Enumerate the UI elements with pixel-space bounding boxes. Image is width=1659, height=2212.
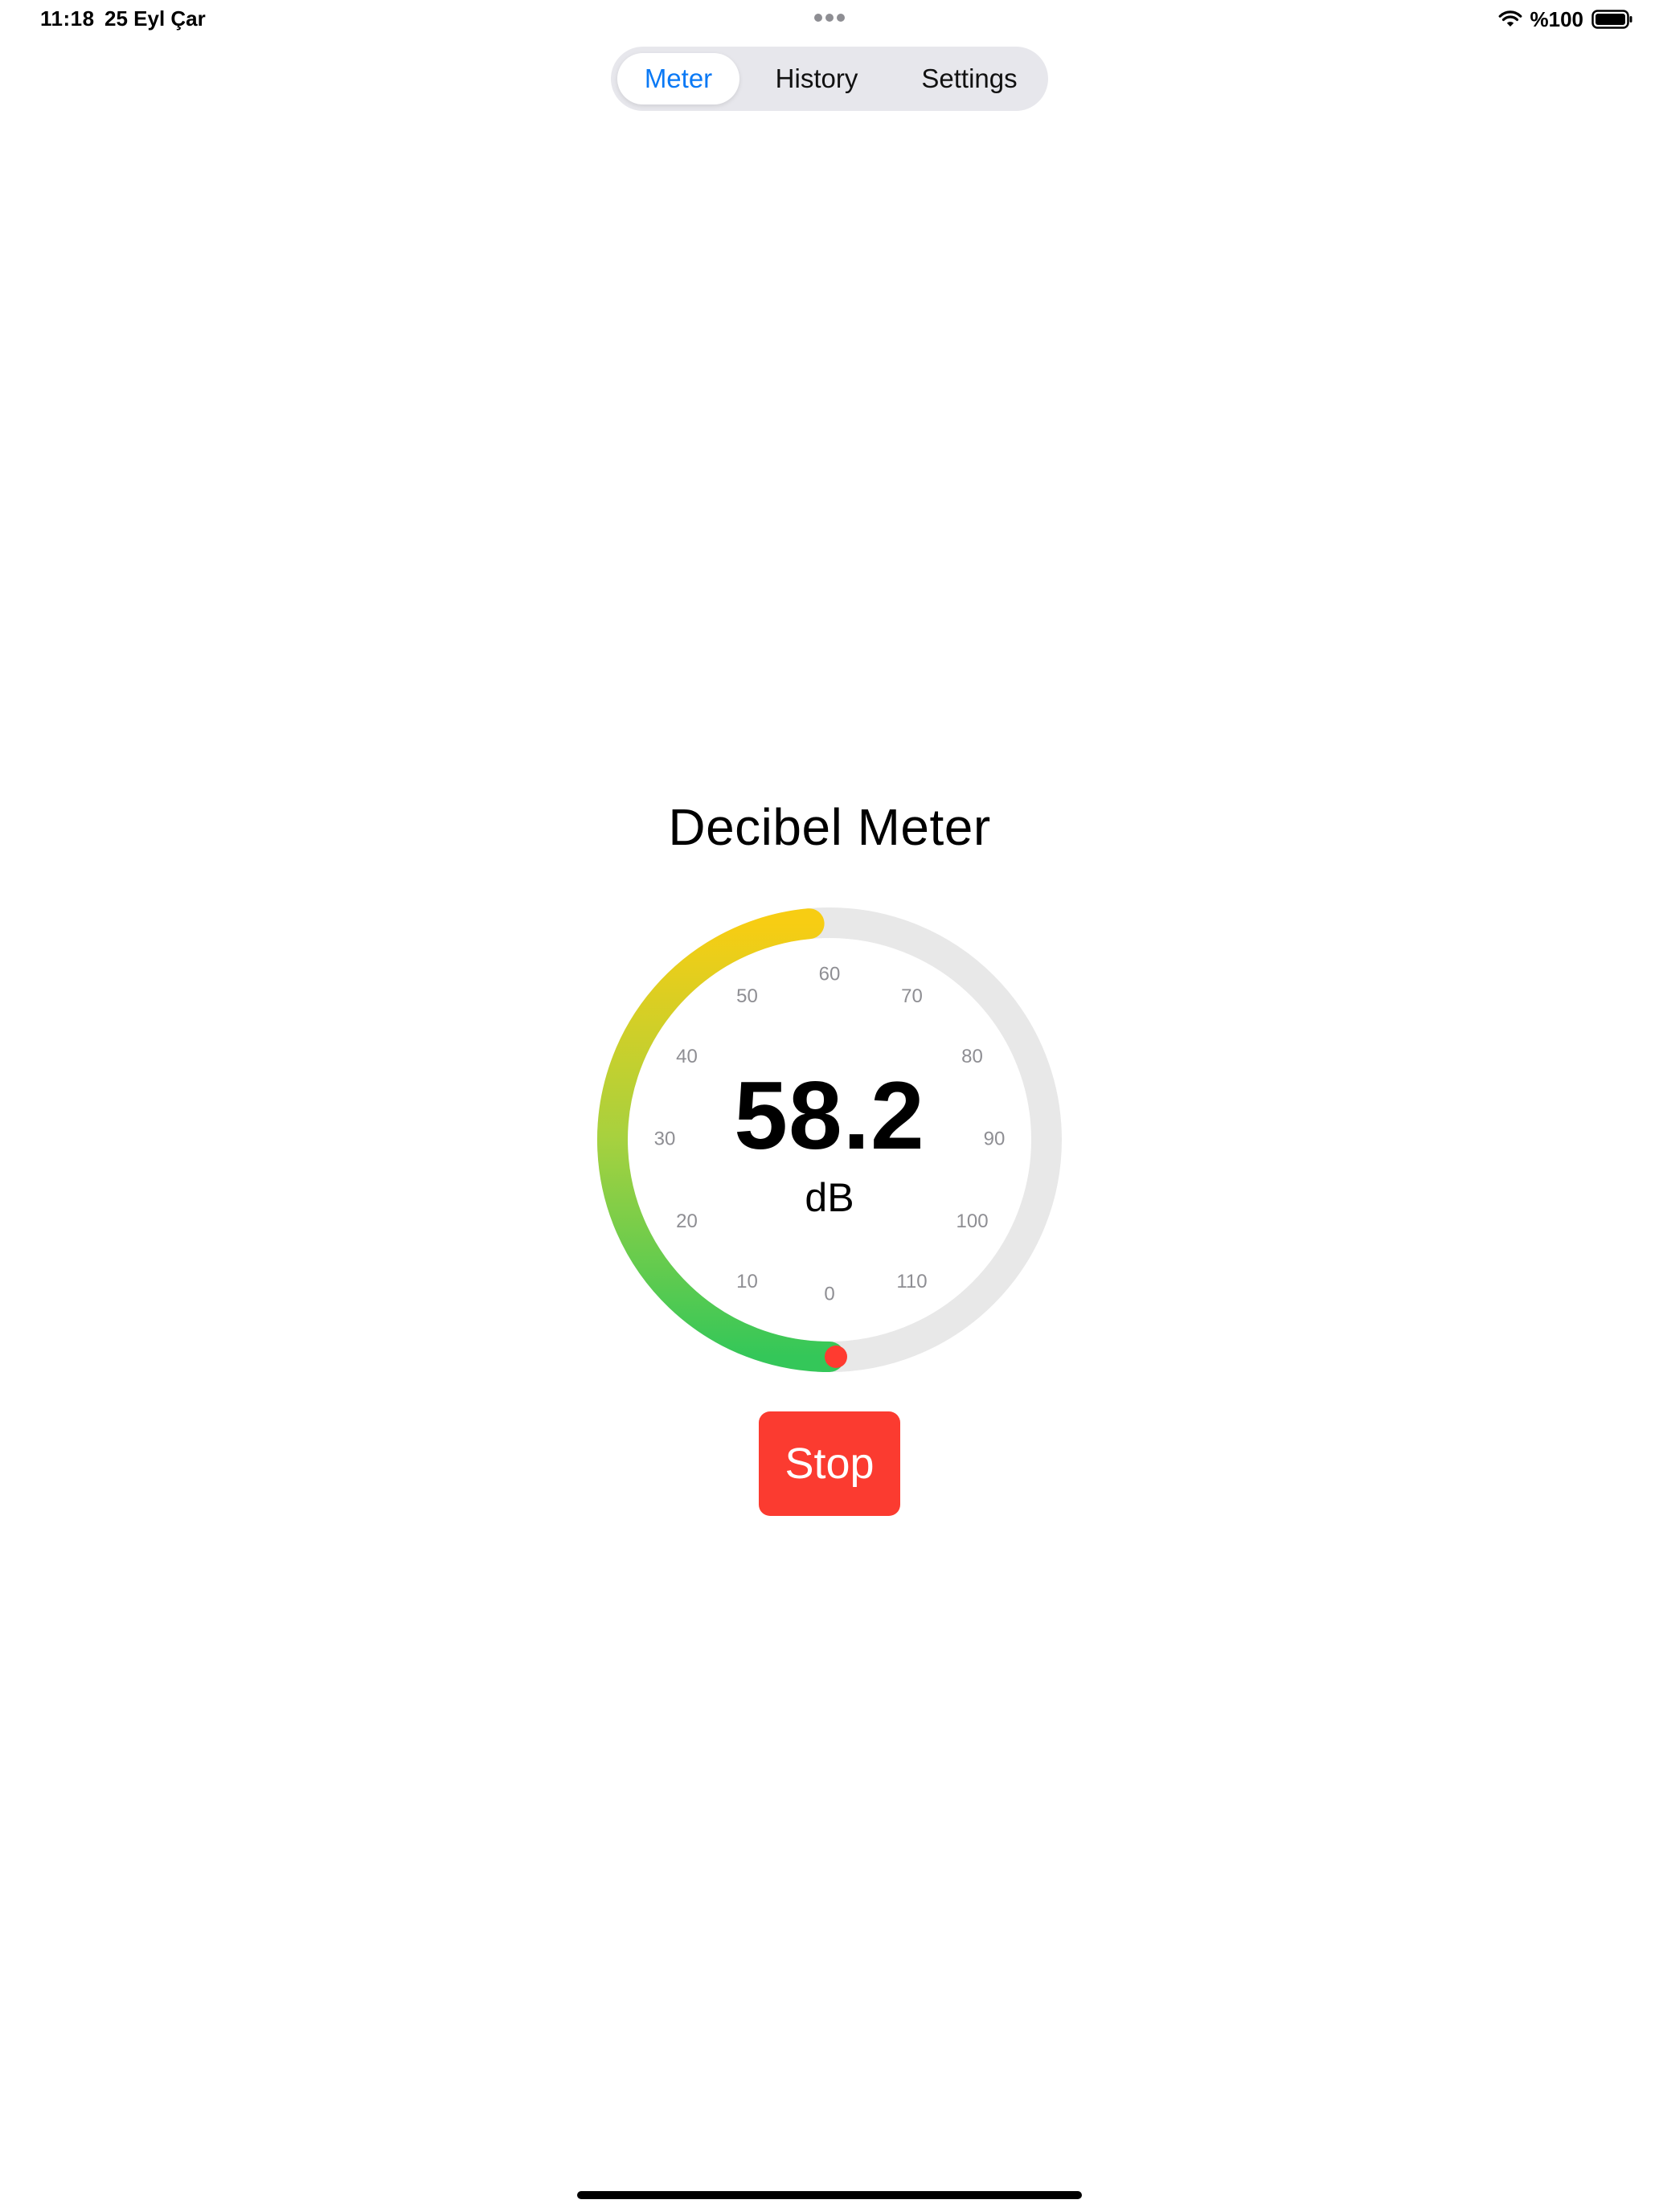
gauge-tick-label: 50 [736, 985, 758, 1007]
gauge-start-marker [825, 1346, 847, 1368]
gauge-tick-label: 110 [896, 1271, 927, 1292]
home-indicator[interactable] [577, 2191, 1082, 2199]
screen: 11:18 25 Eyl Çar %100 Meter History Sett… [0, 0, 1659, 2212]
gauge-tick-label: 10 [736, 1271, 758, 1292]
gauge-tick-label: 0 [824, 1283, 834, 1305]
decibel-unit: dB [805, 1175, 854, 1220]
gauge-tick-label: 70 [901, 985, 923, 1007]
decibel-reading: 58.2 [734, 1062, 925, 1169]
stop-button[interactable]: Stop [759, 1411, 900, 1516]
gauge-tick-label: 60 [819, 963, 841, 985]
